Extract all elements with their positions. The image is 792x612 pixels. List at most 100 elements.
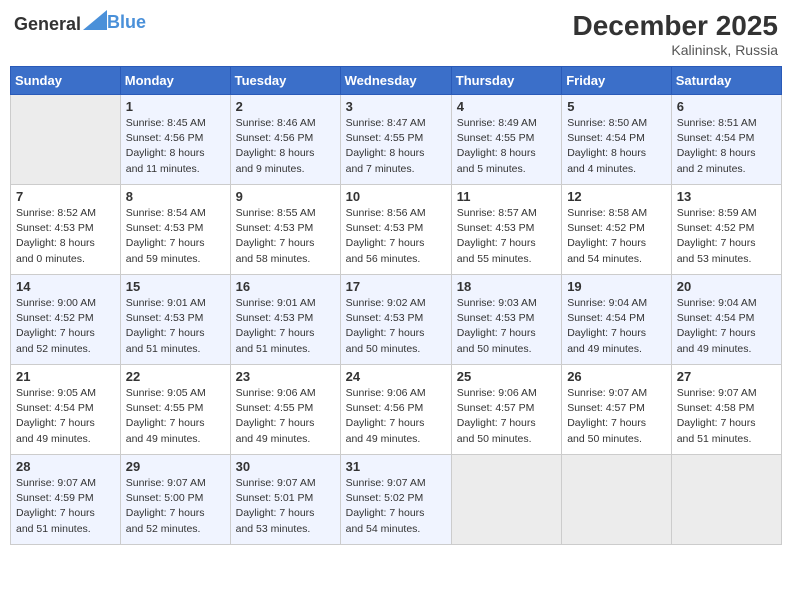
weekday-header-row: SundayMondayTuesdayWednesdayThursdayFrid…: [11, 67, 782, 95]
logo-blue-text: Blue: [107, 12, 146, 32]
day-number: 17: [346, 279, 446, 294]
day-info: Sunrise: 8:49 AMSunset: 4:55 PMDaylight:…: [457, 116, 556, 177]
day-number: 23: [236, 369, 335, 384]
calendar-day-cell: 27Sunrise: 9:07 AMSunset: 4:58 PMDayligh…: [671, 365, 781, 455]
day-number: 26: [567, 369, 666, 384]
calendar-day-cell: 4 Sunrise: 8:49 AMSunset: 4:55 PMDaylight…: [451, 95, 561, 185]
day-info: Sunrise: 8:58 AMSunset: 4:52 PMDaylight:…: [567, 206, 666, 267]
day-info: Sunrise: 9:04 AMSunset: 4:54 PMDaylight:…: [567, 296, 666, 357]
calendar-day-cell: 11 Sunrise: 8:57 AMSunset: 4:53 PMDayligh…: [451, 185, 561, 275]
calendar-day-cell: 15Sunrise: 9:01 AMSunset: 4:53 PMDayligh…: [120, 275, 230, 365]
day-number: 16: [236, 279, 335, 294]
calendar-day-cell: 23 Sunrise: 9:06 AMSunset: 4:55 PMDayligh…: [230, 365, 340, 455]
calendar-day-cell: 9 Sunrise: 8:55 AMSunset: 4:53 PMDaylight…: [230, 185, 340, 275]
day-info: Sunrise: 8:47 AMSunset: 4:55 PMDaylight:…: [346, 116, 446, 177]
day-info: Sunrise: 8:52 AMSunset: 4:53 PMDaylight:…: [16, 206, 115, 267]
calendar-day-cell: 22 Sunrise: 9:05 AMSunset: 4:55 PMDayligh…: [120, 365, 230, 455]
calendar-day-cell: 29 Sunrise: 9:07 AMSunset: 5:00 PMDayligh…: [120, 455, 230, 545]
weekday-header-wednesday: Wednesday: [340, 67, 451, 95]
title-area: December 2025 Kalininsk, Russia: [573, 10, 778, 58]
weekday-header-monday: Monday: [120, 67, 230, 95]
day-info: Sunrise: 9:07 AMSunset: 5:02 PMDaylight:…: [346, 476, 446, 537]
day-info: Sunrise: 9:01 AMSunset: 4:53 PMDaylight:…: [236, 296, 335, 357]
day-info: Sunrise: 8:50 AMSunset: 4:54 PMDaylight:…: [567, 116, 666, 177]
calendar-day-cell: 6Sunrise: 8:51 AMSunset: 4:54 PMDaylight…: [671, 95, 781, 185]
calendar-week-row: 28Sunrise: 9:07 AMSunset: 4:59 PMDayligh…: [11, 455, 782, 545]
weekday-header-saturday: Saturday: [671, 67, 781, 95]
day-info: Sunrise: 8:57 AMSunset: 4:53 PMDaylight:…: [457, 206, 556, 267]
day-info: Sunrise: 9:06 AMSunset: 4:55 PMDaylight:…: [236, 386, 335, 447]
calendar-day-cell: 24Sunrise: 9:06 AMSunset: 4:56 PMDayligh…: [340, 365, 451, 455]
weekday-header-friday: Friday: [562, 67, 672, 95]
calendar-day-cell: 31Sunrise: 9:07 AMSunset: 5:02 PMDayligh…: [340, 455, 451, 545]
day-number: 12: [567, 189, 666, 204]
calendar-day-cell: 14 Sunrise: 9:00 AMSunset: 4:52 PMDayligh…: [11, 275, 121, 365]
logo-general-text: General: [14, 14, 81, 34]
day-number: 11: [457, 189, 556, 204]
calendar-table: SundayMondayTuesdayWednesdayThursdayFrid…: [10, 66, 782, 545]
day-info: Sunrise: 9:07 AMSunset: 5:00 PMDaylight:…: [126, 476, 225, 537]
location-text: Kalininsk, Russia: [573, 42, 778, 58]
day-number: 5: [567, 99, 666, 114]
calendar-day-cell: 20 Sunrise: 9:04 AMSunset: 4:54 PMDayligh…: [671, 275, 781, 365]
day-number: 8: [126, 189, 225, 204]
day-number: 3: [346, 99, 446, 114]
day-info: Sunrise: 9:03 AMSunset: 4:53 PMDaylight:…: [457, 296, 556, 357]
calendar-day-cell: [562, 455, 672, 545]
calendar-day-cell: [451, 455, 561, 545]
calendar-day-cell: 17Sunrise: 9:02 AMSunset: 4:53 PMDayligh…: [340, 275, 451, 365]
calendar-day-cell: 25Sunrise: 9:06 AMSunset: 4:57 PMDayligh…: [451, 365, 561, 455]
calendar-week-row: 1 Sunrise: 8:45 AMSunset: 4:56 PMDaylight…: [11, 95, 782, 185]
day-info: Sunrise: 9:05 AMSunset: 4:55 PMDaylight:…: [126, 386, 225, 447]
calendar-day-cell: 2Sunrise: 8:46 AMSunset: 4:56 PMDaylight…: [230, 95, 340, 185]
day-number: 22: [126, 369, 225, 384]
day-number: 10: [346, 189, 446, 204]
day-info: Sunrise: 8:54 AMSunset: 4:53 PMDaylight:…: [126, 206, 225, 267]
calendar-day-cell: 18Sunrise: 9:03 AMSunset: 4:53 PMDayligh…: [451, 275, 561, 365]
calendar-day-cell: 3 Sunrise: 8:47 AMSunset: 4:55 PMDaylight…: [340, 95, 451, 185]
day-number: 24: [346, 369, 446, 384]
day-number: 13: [677, 189, 776, 204]
page-header: General Blue December 2025 Kalininsk, Ru…: [10, 10, 782, 58]
calendar-week-row: 14 Sunrise: 9:00 AMSunset: 4:52 PMDayligh…: [11, 275, 782, 365]
day-number: 6: [677, 99, 776, 114]
weekday-header-tuesday: Tuesday: [230, 67, 340, 95]
day-info: Sunrise: 8:46 AMSunset: 4:56 PMDaylight:…: [236, 116, 335, 177]
month-title: December 2025: [573, 10, 778, 42]
day-info: Sunrise: 9:01 AMSunset: 4:53 PMDaylight:…: [126, 296, 225, 357]
day-info: Sunrise: 8:55 AMSunset: 4:53 PMDaylight:…: [236, 206, 335, 267]
day-info: Sunrise: 9:06 AMSunset: 4:57 PMDaylight:…: [457, 386, 556, 447]
day-info: Sunrise: 8:45 AMSunset: 4:56 PMDaylight:…: [126, 116, 225, 177]
day-info: Sunrise: 9:00 AMSunset: 4:52 PMDaylight:…: [16, 296, 115, 357]
logo: General Blue: [14, 10, 146, 35]
day-number: 1: [126, 99, 225, 114]
day-number: 30: [236, 459, 335, 474]
day-info: Sunrise: 9:05 AMSunset: 4:54 PMDaylight:…: [16, 386, 115, 447]
calendar-day-cell: 1 Sunrise: 8:45 AMSunset: 4:56 PMDaylight…: [120, 95, 230, 185]
day-number: 29: [126, 459, 225, 474]
weekday-header-sunday: Sunday: [11, 67, 121, 95]
day-number: 4: [457, 99, 556, 114]
day-info: Sunrise: 9:04 AMSunset: 4:54 PMDaylight:…: [677, 296, 776, 357]
calendar-day-cell: 30Sunrise: 9:07 AMSunset: 5:01 PMDayligh…: [230, 455, 340, 545]
calendar-day-cell: 19Sunrise: 9:04 AMSunset: 4:54 PMDayligh…: [562, 275, 672, 365]
calendar-day-cell: 8 Sunrise: 8:54 AMSunset: 4:53 PMDaylight…: [120, 185, 230, 275]
calendar-day-cell: 21 Sunrise: 9:05 AMSunset: 4:54 PMDayligh…: [11, 365, 121, 455]
logo-icon: [83, 10, 107, 30]
day-number: 20: [677, 279, 776, 294]
day-number: 9: [236, 189, 335, 204]
calendar-day-cell: 12 Sunrise: 8:58 AMSunset: 4:52 PMDayligh…: [562, 185, 672, 275]
calendar-day-cell: [671, 455, 781, 545]
day-number: 21: [16, 369, 115, 384]
calendar-week-row: 21 Sunrise: 9:05 AMSunset: 4:54 PMDayligh…: [11, 365, 782, 455]
day-info: Sunrise: 9:07 AMSunset: 4:58 PMDaylight:…: [677, 386, 776, 447]
calendar-day-cell: 10 Sunrise: 8:56 AMSunset: 4:53 PMDayligh…: [340, 185, 451, 275]
day-info: Sunrise: 8:59 AMSunset: 4:52 PMDaylight:…: [677, 206, 776, 267]
day-number: 7: [16, 189, 115, 204]
day-number: 14: [16, 279, 115, 294]
calendar-day-cell: 28Sunrise: 9:07 AMSunset: 4:59 PMDayligh…: [11, 455, 121, 545]
day-info: Sunrise: 8:56 AMSunset: 4:53 PMDaylight:…: [346, 206, 446, 267]
calendar-day-cell: [11, 95, 121, 185]
calendar-day-cell: 26 Sunrise: 9:07 AMSunset: 4:57 PMDayligh…: [562, 365, 672, 455]
day-info: Sunrise: 9:07 AMSunset: 4:57 PMDaylight:…: [567, 386, 666, 447]
